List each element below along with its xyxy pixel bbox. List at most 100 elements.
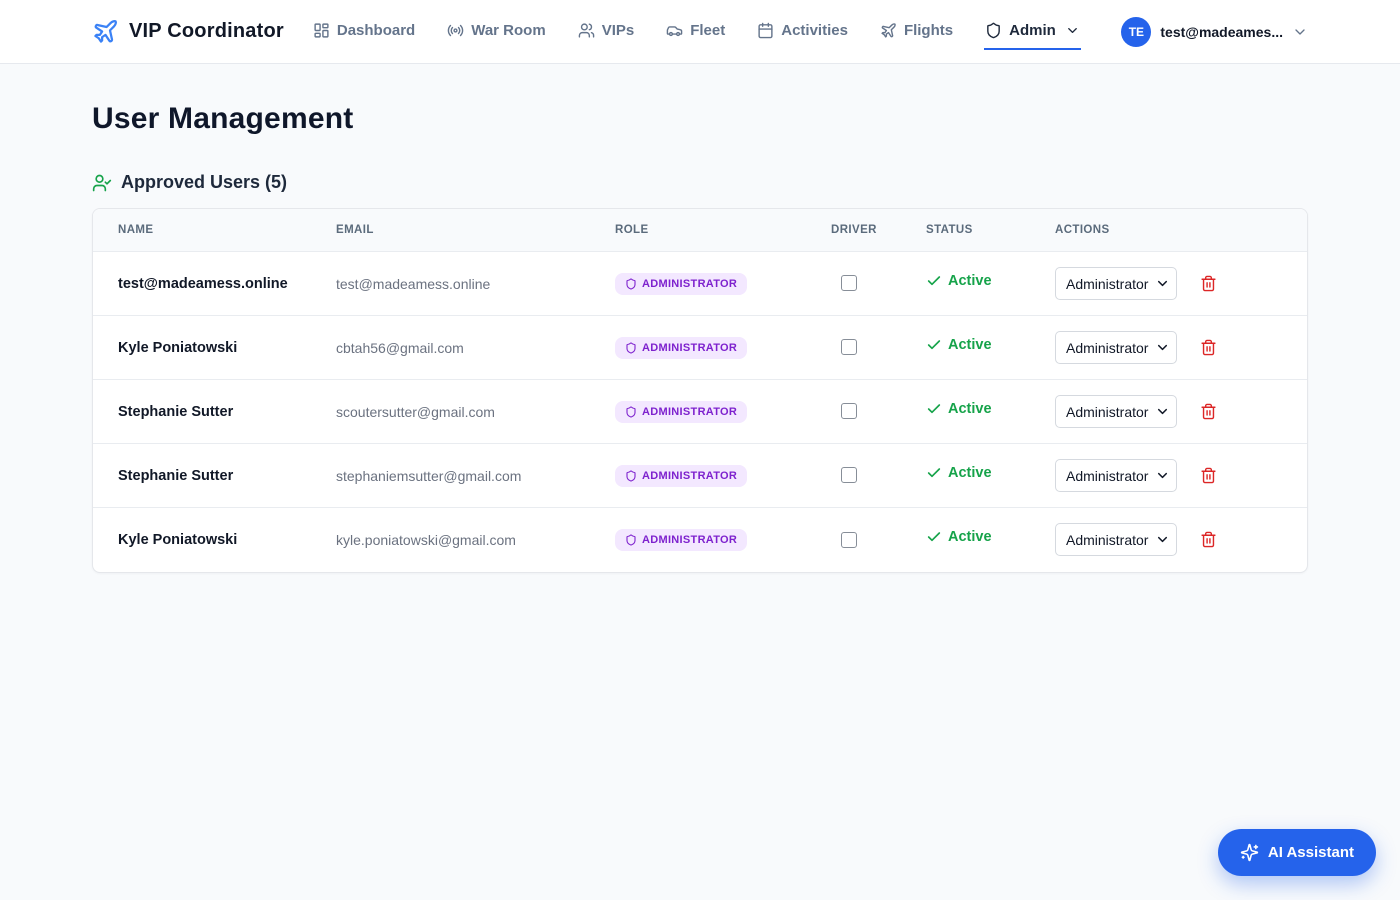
delete-user-button[interactable] — [1200, 467, 1217, 484]
shield-icon — [985, 22, 1002, 39]
status-badge: Active — [926, 529, 992, 545]
status-label: Active — [948, 465, 992, 481]
nav-item-war-room[interactable]: War Room — [446, 14, 546, 50]
column-header-status: STATUS — [926, 209, 1055, 252]
nav-label: Activities — [781, 22, 848, 39]
user-name: Stephanie Sutter — [93, 380, 336, 444]
plane-logo-icon — [92, 18, 119, 45]
role-badge-label: ADMINISTRATOR — [642, 470, 737, 482]
user-email: stephaniemsutter@gmail.com — [336, 444, 615, 508]
table-row: Kyle Poniatowski cbtah56@gmail.com ADMIN… — [93, 316, 1307, 380]
role-select-wrap: Administrator — [1055, 523, 1177, 556]
role-badge: ADMINISTRATOR — [615, 337, 747, 359]
delete-user-button[interactable] — [1200, 531, 1217, 548]
role-badge: ADMINISTRATOR — [615, 273, 747, 295]
section-title: Approved Users (5) — [121, 172, 287, 193]
nav-item-fleet[interactable]: Fleet — [665, 14, 726, 50]
table-row: test@madeamess.online test@madeamess.onl… — [93, 252, 1307, 316]
role-select[interactable]: Administrator — [1055, 267, 1177, 300]
nav-item-admin[interactable]: Admin — [984, 14, 1081, 50]
check-icon — [926, 465, 942, 481]
plane-icon — [880, 22, 897, 39]
chevron-down-icon — [1065, 23, 1080, 38]
ai-assistant-button[interactable]: AI Assistant — [1218, 829, 1376, 876]
status-badge: Active — [926, 465, 992, 481]
role-badge: ADMINISTRATOR — [615, 465, 747, 487]
shield-icon — [625, 278, 637, 290]
nav-label: Fleet — [690, 22, 725, 39]
shield-icon — [625, 406, 637, 418]
driver-checkbox[interactable] — [841, 275, 857, 291]
driver-checkbox[interactable] — [841, 339, 857, 355]
table-row: Stephanie Sutter scoutersutter@gmail.com… — [93, 380, 1307, 444]
role-select[interactable]: Administrator — [1055, 459, 1177, 492]
user-check-icon — [92, 173, 112, 193]
status-label: Active — [948, 273, 992, 289]
nav-item-activities[interactable]: Activities — [756, 14, 849, 50]
shield-icon — [625, 534, 637, 546]
status-label: Active — [948, 401, 992, 417]
main-nav: Dashboard War Room VIPs Fleet — [312, 14, 1081, 50]
role-select-wrap: Administrator — [1055, 267, 1177, 300]
role-badge: ADMINISTRATOR — [615, 529, 747, 551]
driver-checkbox[interactable] — [841, 467, 857, 483]
trash-icon — [1200, 531, 1217, 548]
delete-user-button[interactable] — [1200, 339, 1217, 356]
table-row: Stephanie Sutter stephaniemsutter@gmail.… — [93, 444, 1307, 508]
role-select-wrap: Administrator — [1055, 331, 1177, 364]
nav-item-flights[interactable]: Flights — [879, 14, 954, 50]
calendar-icon — [757, 22, 774, 39]
user-name: Kyle Poniatowski — [93, 316, 336, 380]
approved-users-table-card: NAME EMAIL ROLE DRIVER STATUS ACTIONS te… — [92, 208, 1308, 573]
check-icon — [926, 401, 942, 417]
user-email: test@madeamess.online — [336, 252, 615, 316]
column-header-actions: ACTIONS — [1055, 209, 1307, 252]
status-badge: Active — [926, 337, 992, 353]
user-menu[interactable]: TE test@madeames... — [1121, 17, 1308, 47]
status-label: Active — [948, 529, 992, 545]
nav-label: War Room — [471, 22, 545, 39]
brand[interactable]: VIP Coordinator — [92, 18, 284, 45]
status-label: Active — [948, 337, 992, 353]
role-badge-label: ADMINISTRATOR — [642, 278, 737, 290]
trash-icon — [1200, 339, 1217, 356]
user-email: cbtah56@gmail.com — [336, 316, 615, 380]
brand-name: VIP Coordinator — [129, 20, 284, 43]
role-badge-label: ADMINISTRATOR — [642, 406, 737, 418]
sparkles-icon — [1240, 843, 1259, 862]
user-name: Kyle Poniatowski — [93, 508, 336, 572]
shield-icon — [625, 342, 637, 354]
check-icon — [926, 273, 942, 289]
car-icon — [666, 22, 683, 39]
check-icon — [926, 529, 942, 545]
delete-user-button[interactable] — [1200, 403, 1217, 420]
approved-users-table: NAME EMAIL ROLE DRIVER STATUS ACTIONS te… — [93, 209, 1307, 572]
status-badge: Active — [926, 273, 992, 289]
page-title: User Management — [92, 102, 1308, 136]
table-header-row: NAME EMAIL ROLE DRIVER STATUS ACTIONS — [93, 209, 1307, 252]
shield-icon — [625, 470, 637, 482]
user-name: test@madeamess.online — [93, 252, 336, 316]
nav-item-vips[interactable]: VIPs — [577, 14, 636, 50]
nav-label: VIPs — [602, 22, 635, 39]
driver-checkbox[interactable] — [841, 403, 857, 419]
trash-icon — [1200, 275, 1217, 292]
nav-label: Flights — [904, 22, 953, 39]
check-icon — [926, 337, 942, 353]
ai-assistant-label: AI Assistant — [1268, 844, 1354, 861]
users-icon — [578, 22, 595, 39]
dashboard-grid-icon — [313, 22, 330, 39]
avatar: TE — [1121, 17, 1151, 47]
approved-users-heading: Approved Users (5) — [92, 172, 1308, 193]
role-select[interactable]: Administrator — [1055, 523, 1177, 556]
role-select-wrap: Administrator — [1055, 395, 1177, 428]
role-badge: ADMINISTRATOR — [615, 401, 747, 423]
role-select[interactable]: Administrator — [1055, 395, 1177, 428]
driver-checkbox[interactable] — [841, 532, 857, 548]
user-email-label: test@madeames... — [1160, 24, 1283, 40]
main-content: User Management Approved Users (5) NAME … — [92, 102, 1308, 573]
role-select[interactable]: Administrator — [1055, 331, 1177, 364]
nav-item-dashboard[interactable]: Dashboard — [312, 14, 416, 50]
role-select-wrap: Administrator — [1055, 459, 1177, 492]
delete-user-button[interactable] — [1200, 275, 1217, 292]
